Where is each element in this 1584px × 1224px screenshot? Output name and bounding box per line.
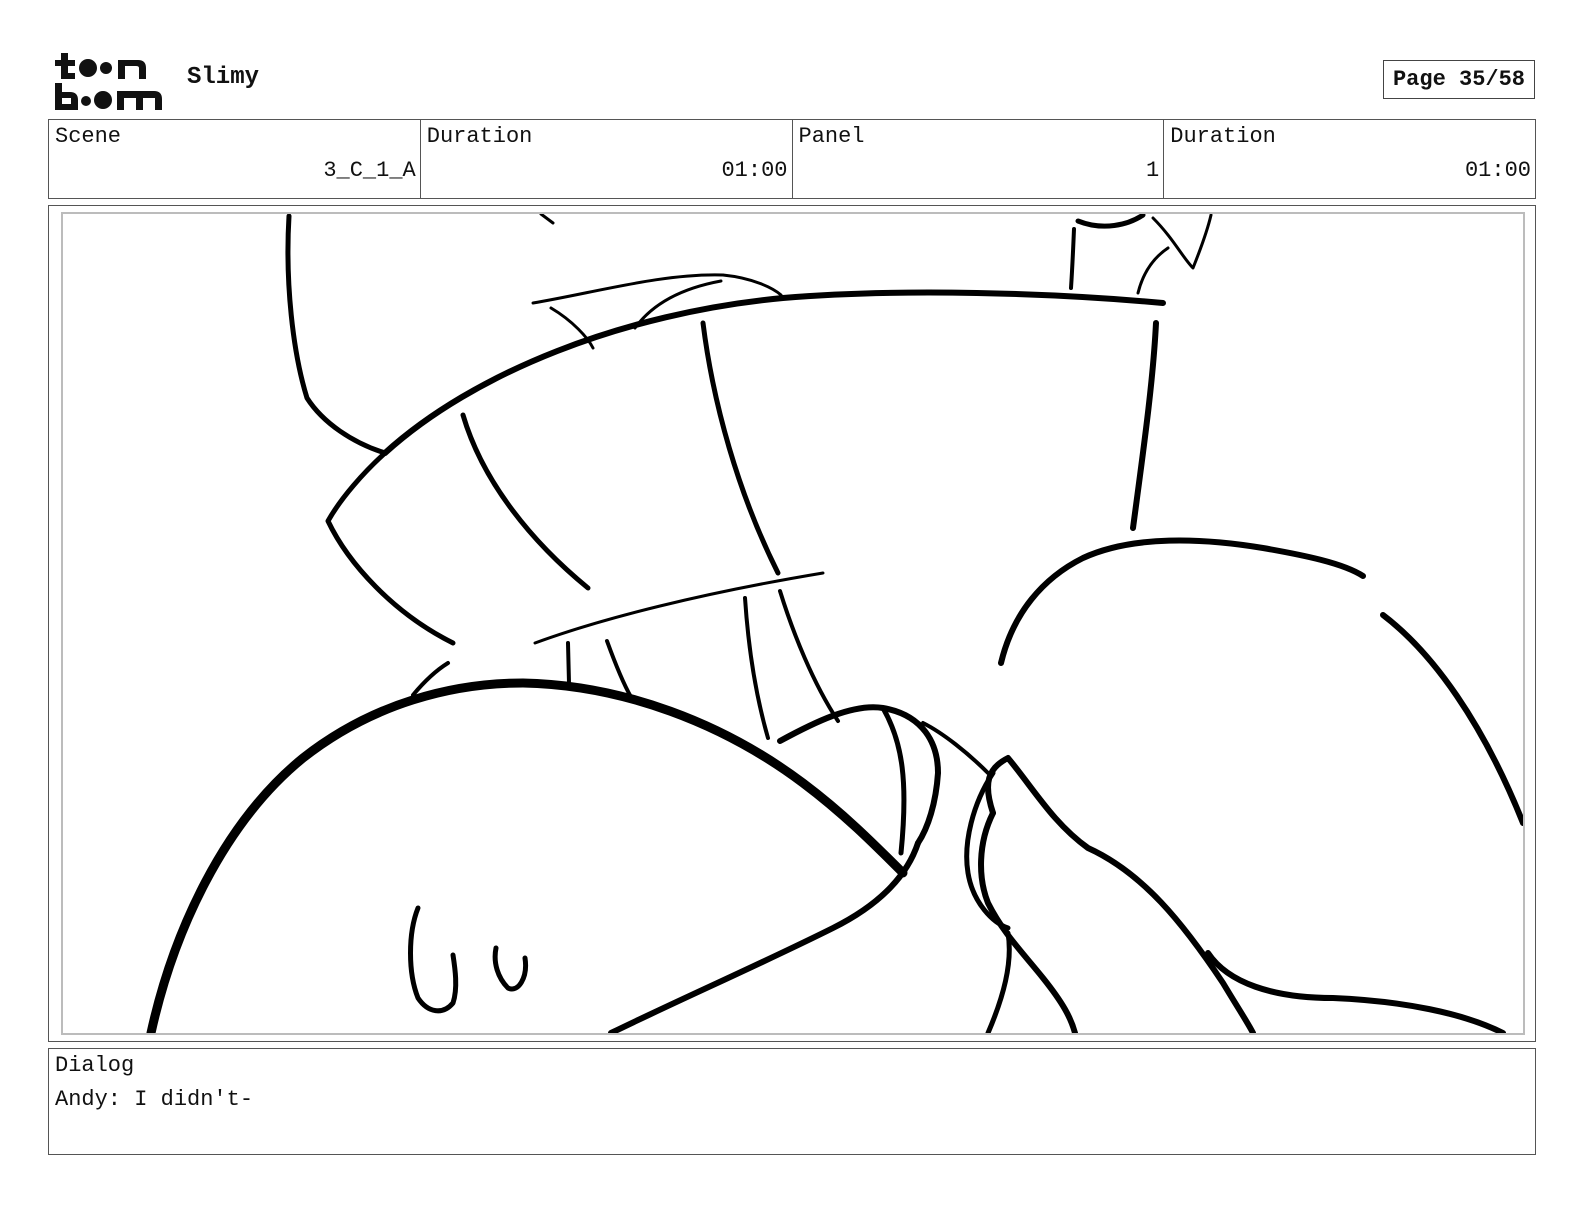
panel-duration-value: 01:00: [1464, 158, 1531, 183]
storyboard-panel: [48, 205, 1536, 1042]
dialog-box: Dialog Andy: I didn't-: [48, 1048, 1536, 1155]
scene-value: 3_C_1_A: [323, 158, 416, 183]
scene-duration-cell: Duration 01:00: [421, 120, 793, 198]
panel-value: 1: [1146, 158, 1160, 183]
project-title: Slimy: [187, 64, 260, 91]
panel-duration-label: Duration: [1170, 124, 1276, 149]
storyboard-sketch-icon: [146, 214, 1523, 1033]
panel-duration-cell: Duration 01:00: [1164, 120, 1535, 198]
dialog-label: Dialog: [55, 1053, 135, 1078]
scene-cell: Scene 3_C_1_A: [49, 120, 421, 198]
dialog-text: Andy: I didn't-: [55, 1087, 254, 1112]
scene-duration-label: Duration: [426, 124, 533, 149]
page-number: Page 35/58: [1392, 67, 1526, 92]
panel-image-area: [61, 212, 1525, 1035]
panel-cell: Panel 1: [793, 120, 1165, 198]
panel-label: Panel: [798, 124, 865, 149]
page-number-box: Page 35/58: [1383, 60, 1535, 99]
toon-boom-logo: [52, 50, 164, 112]
scene-label: Scene: [55, 124, 122, 149]
scene-duration-value: 01:00: [721, 158, 788, 183]
logo-icon: [55, 53, 162, 110]
panel-info-row: Scene 3_C_1_A Duration 01:00 Panel 1 Dur…: [48, 119, 1536, 199]
